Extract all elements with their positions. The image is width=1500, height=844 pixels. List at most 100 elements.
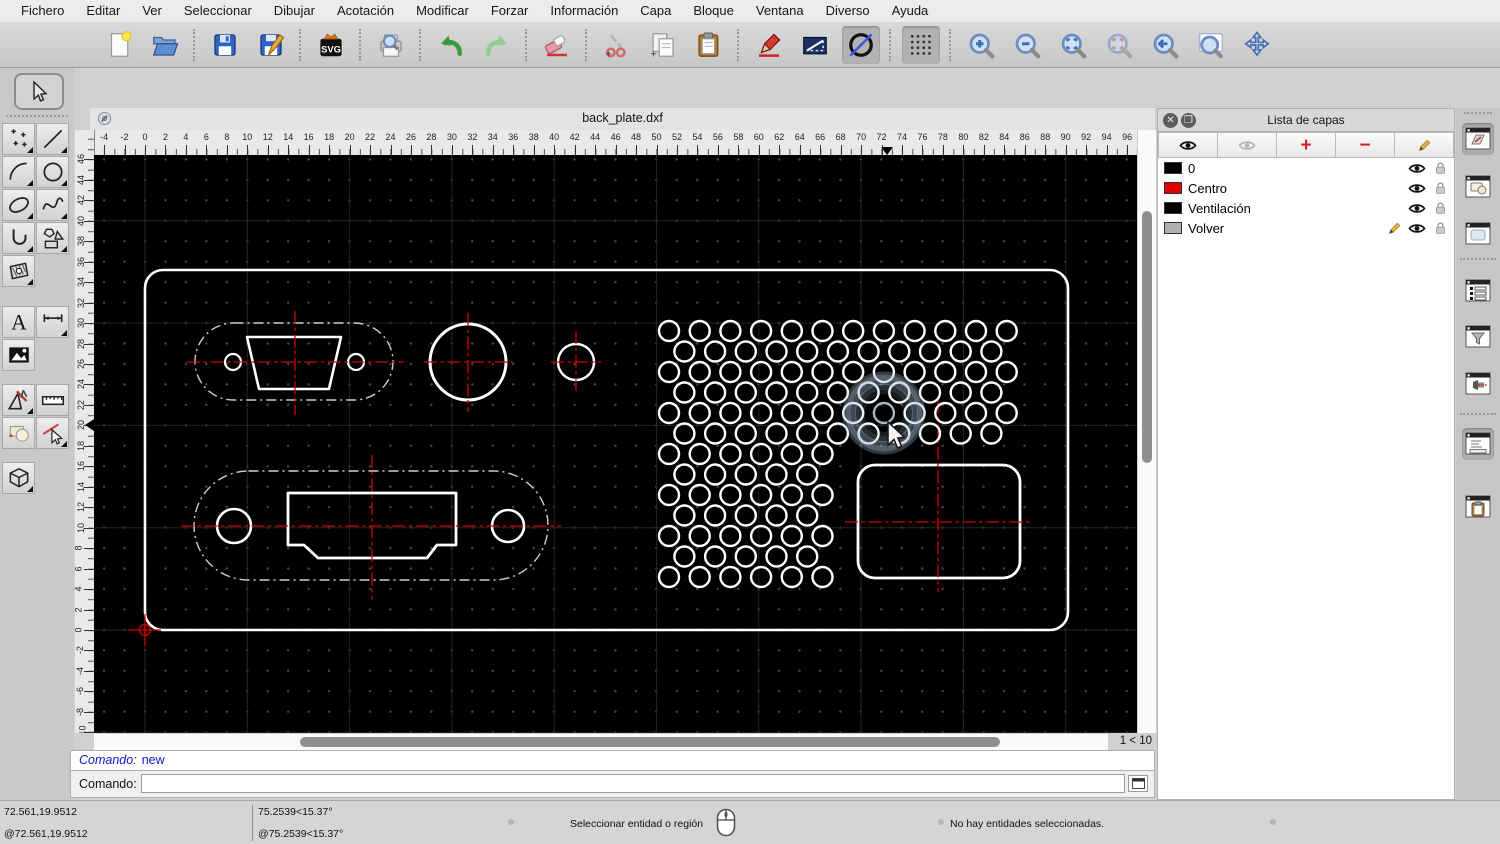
layer-lock-icon[interactable] (1431, 161, 1449, 175)
vent-hole[interactable] (826, 340, 850, 363)
vent-hole[interactable] (657, 524, 681, 548)
vent-hole[interactable] (749, 483, 773, 507)
vent-hole[interactable] (719, 565, 742, 589)
cut-button[interactable]: + (598, 26, 636, 64)
vent-hole[interactable] (796, 504, 819, 527)
dock-layer-list-button[interactable] (1462, 123, 1494, 155)
vent-hole[interactable] (811, 442, 834, 466)
dock-entity-filter-button[interactable] (1462, 321, 1494, 353)
vent-hole[interactable] (949, 422, 972, 445)
vent-hole[interactable] (657, 565, 681, 589)
vent-hole[interactable] (673, 545, 696, 568)
vent-hole[interactable] (780, 360, 803, 384)
vent-hole[interactable] (657, 360, 681, 384)
dock-plugin-button[interactable] (1462, 368, 1494, 400)
menu-editar[interactable]: Editar (75, 0, 131, 22)
layer-visibility-eye-icon[interactable] (1408, 161, 1426, 175)
menu-seleccionar[interactable]: Seleccionar (173, 0, 263, 22)
vent-hole[interactable] (811, 483, 834, 507)
spline-tool-button[interactable] (36, 189, 69, 221)
vent-hole[interactable] (703, 340, 727, 363)
command-toggle-button[interactable] (1128, 775, 1148, 792)
export-svg-button[interactable]: SVG (312, 26, 350, 64)
vent-hole[interactable] (734, 422, 757, 445)
layer-visibility-eye-icon[interactable] (1408, 201, 1426, 215)
show-all-eye-button[interactable] (1158, 132, 1218, 158)
vent-hole[interactable] (688, 524, 711, 548)
origin-marker[interactable] (129, 614, 161, 646)
vent-hole[interactable] (796, 545, 819, 568)
vent-hole[interactable] (734, 463, 757, 486)
zoom-previous-button[interactable] (1146, 26, 1184, 64)
vent-hole[interactable] (749, 360, 773, 384)
dock-block-list-button[interactable] (1462, 171, 1494, 203)
vent-hole[interactable] (903, 319, 926, 343)
zoom-window-button[interactable] (1192, 26, 1230, 64)
vent-hole[interactable] (780, 524, 803, 548)
vent-hole[interactable] (964, 401, 988, 425)
vent-hole[interactable] (949, 340, 972, 363)
polygon-tool-button[interactable] (36, 222, 69, 254)
zoom-auto-button[interactable] (1054, 26, 1092, 64)
vent-hole[interactable] (796, 422, 819, 445)
vent-hole[interactable] (995, 319, 1018, 343)
dock-library-browser-button[interactable] (1462, 218, 1494, 250)
vent-hole[interactable] (688, 565, 711, 589)
vent-hole[interactable] (734, 381, 757, 404)
copy-button[interactable]: + (644, 26, 682, 64)
menu-capa[interactable]: Capa (629, 0, 682, 22)
vent-hole[interactable] (719, 360, 742, 384)
grid-dots-button[interactable] (902, 25, 940, 64)
layer-lock-icon[interactable] (1431, 221, 1449, 235)
measure-tool-button[interactable] (36, 384, 69, 416)
isometric-circle-button[interactable] (842, 25, 880, 64)
vent-hole[interactable] (964, 319, 988, 343)
points-tool-button[interactable] (2, 123, 35, 155)
vent-hole[interactable] (811, 524, 834, 548)
vent-hole[interactable] (703, 504, 727, 527)
menu-dibujar[interactable]: Dibujar (263, 0, 326, 22)
vent-hole[interactable] (842, 319, 865, 343)
vent-hole[interactable] (811, 360, 834, 384)
zoom-selected-button[interactable] (1100, 26, 1138, 64)
layer-row-centro[interactable]: Centro (1158, 178, 1454, 198)
zoom-out-button[interactable] (1008, 26, 1046, 64)
paste-button[interactable] (690, 26, 728, 64)
vent-hole[interactable] (673, 381, 696, 404)
vent-hole[interactable] (765, 381, 788, 404)
highlighted-vent-hole[interactable] (872, 401, 896, 425)
vent-hole[interactable] (888, 340, 911, 363)
image-tool-button[interactable] (2, 339, 35, 371)
vent-hole[interactable] (734, 545, 757, 568)
horizontal-scrollbar-thumb[interactable] (300, 737, 1000, 747)
vent-hole[interactable] (703, 463, 727, 486)
new-file-button[interactable] (100, 26, 138, 64)
menu-ver[interactable]: Ver (131, 0, 173, 22)
vent-hole[interactable] (796, 463, 819, 486)
vent-hole[interactable] (673, 340, 696, 363)
vent-hole[interactable] (688, 360, 711, 384)
layer-visibility-eye-icon[interactable] (1408, 221, 1426, 235)
add-layer-plus-button[interactable]: + (1277, 132, 1336, 158)
hatch-tool-button[interactable] (2, 255, 35, 287)
zoom-pan-button[interactable] (1238, 26, 1276, 64)
text-tool-button[interactable]: A (2, 306, 35, 338)
circle-tool-button[interactable] (36, 156, 69, 188)
vent-hole[interactable] (703, 381, 727, 404)
menu-ayuda[interactable]: Ayuda (881, 0, 940, 22)
remove-layer-minus-button[interactable]: − (1336, 132, 1395, 158)
layer-visibility-eye-icon[interactable] (1408, 181, 1426, 195)
vent-hole[interactable] (749, 442, 773, 466)
vent-hole[interactable] (995, 360, 1018, 384)
select-entity-tool-button[interactable] (36, 417, 69, 449)
dock-layer-tree-button[interactable] (1462, 275, 1494, 307)
vent-hole[interactable] (765, 463, 788, 486)
drawing[interactable] (94, 155, 1137, 733)
vent-hole[interactable] (934, 360, 957, 384)
print-preview-button[interactable] (372, 26, 410, 64)
vent-hole[interactable] (780, 483, 803, 507)
vent-hole[interactable] (980, 422, 1003, 445)
misc-tools-tool-button[interactable] (2, 384, 35, 416)
undo-button[interactable] (432, 26, 470, 64)
command-input[interactable] (141, 774, 1125, 793)
